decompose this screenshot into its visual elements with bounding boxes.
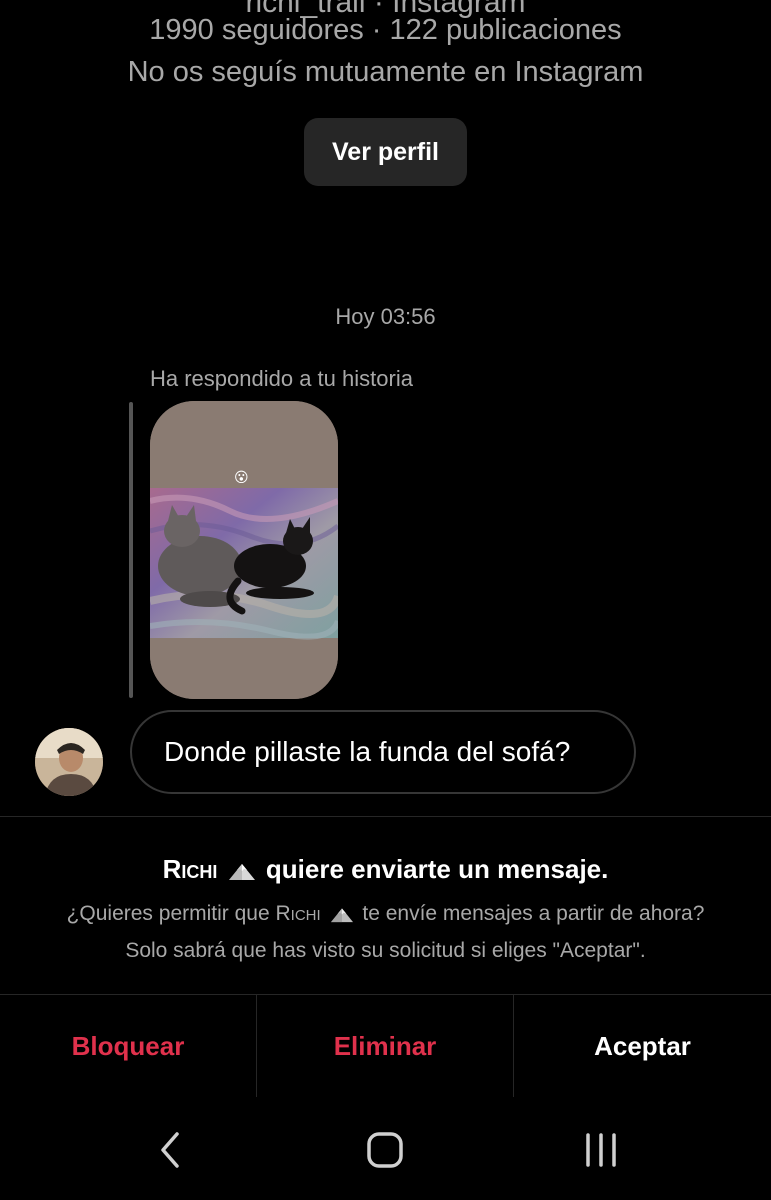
- request-description: ¿Quieres permitir que Richi te envíe men…: [0, 897, 771, 968]
- nav-home-button[interactable]: [335, 1120, 435, 1180]
- sender-name: Richi: [275, 902, 321, 925]
- message-timestamp: Hoy 03:56: [335, 304, 436, 329]
- avatar-image: [35, 728, 103, 796]
- delete-button[interactable]: Eliminar: [257, 995, 513, 1097]
- story-thumbnail[interactable]: 😮: [150, 401, 338, 699]
- mutual-follow-note: No os seguís mutuamente en Instagram: [127, 56, 644, 88]
- nav-back-button[interactable]: [120, 1120, 220, 1180]
- rounded-square-icon: [367, 1132, 403, 1168]
- request-desc-suffix: te envíe mensajes a partir de ahora?: [362, 902, 705, 925]
- avatar[interactable]: [35, 728, 103, 796]
- story-reaction-emoji: 😮: [234, 469, 249, 485]
- request-desc-prefix: ¿Quieres permitir que: [66, 902, 270, 925]
- nav-recents-button[interactable]: [551, 1120, 651, 1180]
- chevron-left-icon: [161, 1132, 179, 1168]
- profile-stats: 1990 seguidores · 122 publicaciones: [149, 14, 622, 46]
- request-title-text: quiere enviarte un mensaje.: [265, 854, 609, 884]
- request-title: Richi quiere enviarte un mensaje.: [0, 854, 771, 888]
- view-profile-button[interactable]: Ver perfil: [304, 118, 467, 186]
- accept-button[interactable]: Aceptar: [514, 995, 771, 1097]
- block-button[interactable]: Bloquear: [0, 995, 256, 1097]
- three-bars-icon: [586, 1133, 616, 1167]
- divider: [0, 816, 771, 817]
- story-image: [150, 401, 338, 699]
- mountain-icon: [227, 857, 257, 888]
- story-reply-note: Ha respondido a tu historia: [150, 366, 413, 391]
- reply-indicator-bar: [129, 402, 133, 698]
- request-desc-line2: Solo sabrá que has visto su solicitud si…: [125, 939, 646, 962]
- message-bubble[interactable]: Donde pillaste la funda del sofá?: [130, 710, 636, 794]
- mountain-icon: [329, 900, 355, 934]
- sender-name: Richi: [162, 854, 218, 884]
